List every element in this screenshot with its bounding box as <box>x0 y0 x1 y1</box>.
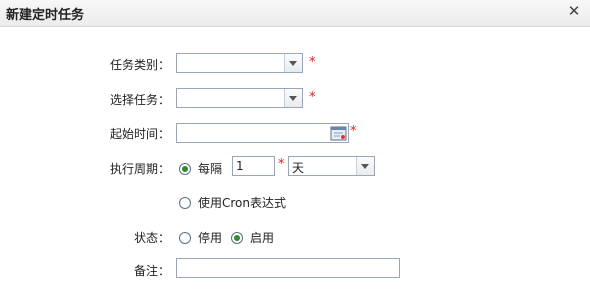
chevron-down-icon[interactable] <box>284 54 302 72</box>
chevron-down-icon[interactable] <box>356 157 374 175</box>
radio-status-enabled[interactable] <box>231 232 243 244</box>
radio-every[interactable] <box>179 163 191 175</box>
required-mark: * <box>278 157 285 172</box>
remark-input[interactable] <box>176 258 400 278</box>
period-unit-select[interactable]: 天 <box>288 156 375 176</box>
radio-status-enabled-label: 启用 <box>250 231 275 245</box>
required-mark: * <box>350 124 357 139</box>
radio-status-disabled[interactable] <box>179 232 191 244</box>
interval-value: 1 <box>236 159 244 173</box>
required-mark: * <box>309 55 316 70</box>
period-label: 执行周期： <box>109 162 170 176</box>
remark-label: 备注： <box>133 264 170 278</box>
close-icon[interactable]: ✕ <box>566 3 582 19</box>
start-time-input[interactable] <box>176 123 349 143</box>
dialog-title: 新建定时任务 <box>6 8 85 23</box>
period-unit-value: 天 <box>292 161 305 175</box>
dialog-titlebar: 新建定时任务 ✕ <box>0 0 590 27</box>
select-task-select[interactable] <box>176 88 303 108</box>
radio-every-label: 每隔 <box>198 162 223 176</box>
select-task-label: 选择任务： <box>109 93 170 107</box>
new-scheduled-task-dialog: 新建定时任务 ✕ 任务类别： * 选择任务： * 起始时间： * 执行周期： 每… <box>0 0 590 292</box>
radio-status-disabled-label: 停用 <box>198 231 223 245</box>
calendar-icon[interactable] <box>330 125 347 141</box>
radio-cron[interactable] <box>179 197 191 209</box>
required-mark: * <box>309 90 316 105</box>
task-category-select[interactable] <box>176 53 303 73</box>
start-time-label: 起始时间： <box>109 127 170 141</box>
interval-input[interactable]: 1 <box>232 156 275 176</box>
chevron-down-icon[interactable] <box>284 89 302 107</box>
status-label: 状态： <box>133 231 170 245</box>
radio-cron-label: 使用Cron表达式 <box>198 196 286 210</box>
task-category-label: 任务类别： <box>109 58 170 72</box>
